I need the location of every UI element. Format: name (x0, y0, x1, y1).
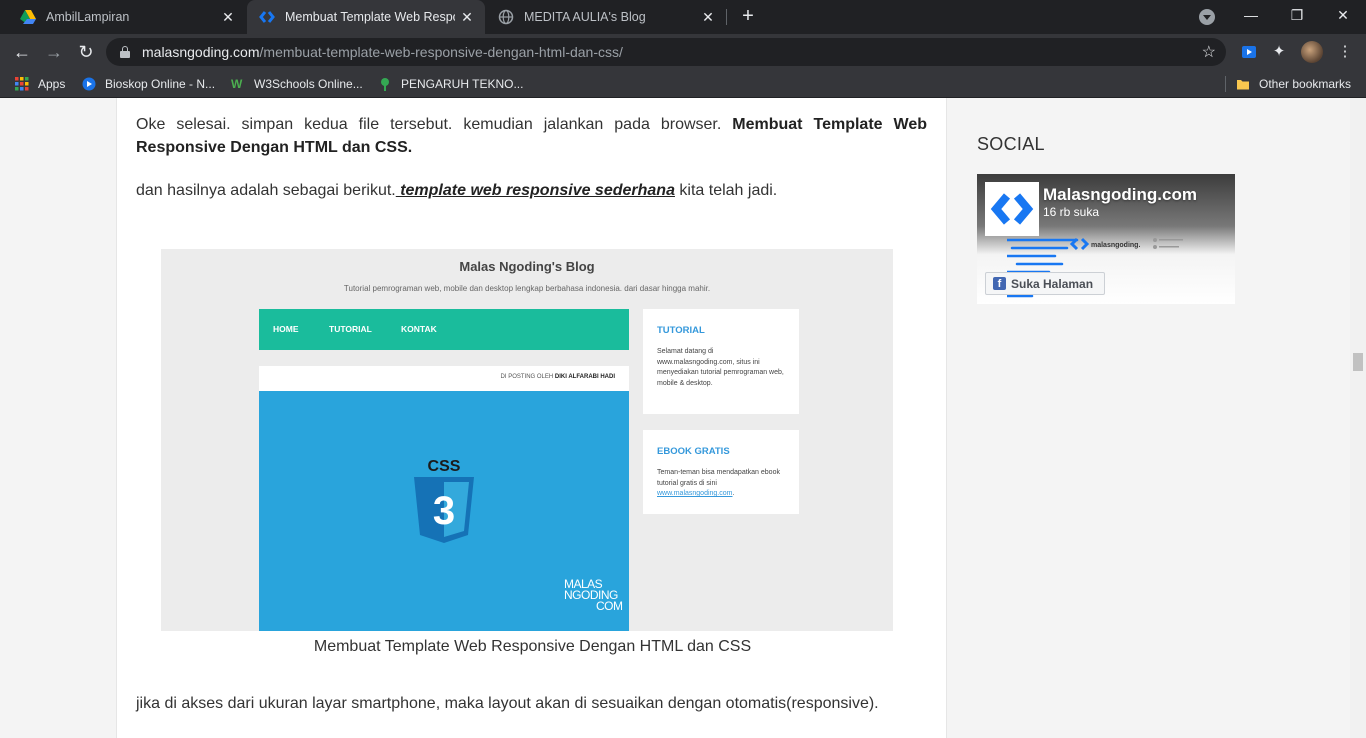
new-tab-icon[interactable]: + (736, 5, 760, 29)
facebook-page-widget[interactable]: malasngoding. Malasngoding.com 16 rb suk… (977, 174, 1235, 304)
tab-separator (726, 9, 727, 25)
bookmark-label: Other bookmarks (1259, 77, 1352, 91)
menu-kebab-icon[interactable]: ⋮ (1333, 40, 1357, 64)
bookmark-label: Apps (38, 77, 66, 91)
puzzle-icon[interactable]: ✦ (1267, 40, 1291, 64)
figure-caption: Membuat Template Web Responsive Dengan H… (313, 638, 752, 655)
figure-nav-home: HOME (273, 324, 299, 334)
tab-medita-blog[interactable]: MEDITA AULIA's Blog ✕ (486, 0, 726, 34)
drive-icon (20, 9, 36, 25)
bookmark-label: PENGARUH TEKNO... (401, 77, 524, 91)
tab-search-icon[interactable] (1199, 9, 1215, 25)
minimize-icon[interactable]: — (1228, 0, 1274, 34)
tree-icon (378, 77, 392, 91)
figure-widget-link: www.malasngoding.com (657, 490, 733, 497)
figure-widget-ebook: EBOOK GRATIS Teman-teman bisa mendapatka… (643, 430, 799, 514)
figure-posted-by: DI POSTING OLEH DIKI ALFARABI HADI (500, 374, 615, 380)
bookmarks-bar: Apps Bioskop Online - N... W W3Schools O… (0, 70, 1366, 98)
figure-nav-kontak: KONTAK (401, 324, 437, 334)
lock-icon[interactable] (120, 46, 130, 58)
tab-title: AmbilLampiran (46, 10, 130, 24)
figure-widget-title: TUTORIAL (657, 325, 705, 336)
bookmark-label: W3Schools Online... (254, 77, 363, 91)
paragraph-result: dan hasilnya adalah sebagai berikut. tem… (136, 182, 778, 199)
facebook-icon: f (993, 277, 1006, 290)
tab-title: Membuat Template Web Respon (285, 10, 455, 24)
tab-strip: AmbilLampiran ✕ Membuat Template Web Res… (0, 0, 1366, 34)
template-link[interactable]: template web responsive sederhana (396, 182, 675, 199)
other-bookmarks[interactable]: Other bookmarks (1236, 76, 1351, 92)
reload-icon[interactable]: ↻ (73, 39, 99, 65)
figure-blog-subtitle: Tutorial pemrograman web, mobile dan des… (343, 284, 711, 293)
article-content: Oke selesai. simpan kedua file tersebut.… (116, 98, 947, 738)
like-page-button[interactable]: f Suka Halaman (985, 272, 1105, 295)
figure-screenshot: Malas Ngoding's Blog Tutorial pemrograma… (161, 249, 893, 631)
figure-post: DI POSTING OLEH DIKI ALFARABI HADI CSS 3… (259, 366, 629, 631)
bookmark-pengaruh[interactable]: PENGARUH TEKNO... (378, 76, 523, 92)
figure-widget-tutorial: TUTORIAL Selamat datang di www.malasngod… (643, 309, 799, 414)
bookmark-apps[interactable]: Apps (15, 76, 65, 92)
close-tab-icon[interactable]: ✕ (459, 9, 475, 25)
bookmarks-separator (1225, 76, 1226, 92)
globe-icon (498, 9, 514, 25)
figure-nav-tutorial: TUTORIAL (329, 324, 372, 334)
figure-navbar: HOME TUTORIAL KONTAK (259, 309, 629, 350)
restore-icon[interactable]: ❐ (1274, 0, 1320, 34)
url-text[interactable]: malasngoding.com/membuat-template-web-re… (142, 44, 623, 60)
like-page-label: Suka Halaman (1011, 276, 1094, 291)
figure-widget-text: Teman-teman bisa mendapatkan ebook tutor… (657, 469, 780, 497)
bookmark-bioskop[interactable]: Bioskop Online - N... (82, 76, 215, 92)
extension-icon[interactable] (1237, 40, 1261, 64)
tab-membuat-template[interactable]: Membuat Template Web Respon ✕ (247, 0, 485, 34)
tab-title: MEDITA AULIA's Blog (524, 10, 646, 24)
bookmark-star-icon[interactable]: ☆ (1202, 42, 1216, 62)
malasngoding-logo[interactable] (985, 182, 1039, 236)
back-arrow-icon[interactable]: ← (9, 39, 35, 65)
malasngoding-icon (259, 9, 275, 25)
fb-like-count: 16 rb suka (1043, 205, 1100, 219)
forward-arrow-icon[interactable]: → (41, 39, 67, 65)
page-scrollbar[interactable] (1350, 98, 1366, 738)
figure-widget-text: Selamat datang di www.malasngoding.com, … (657, 348, 784, 387)
figure-widget-title: EBOOK GRATIS (657, 446, 730, 457)
scrollbar-thumb[interactable] (1353, 353, 1363, 371)
tab-ambillampiran[interactable]: AmbilLampiran ✕ (0, 0, 246, 34)
fb-page-name[interactable]: Malasngoding.com (1043, 185, 1197, 205)
svg-text:malasngoding.: malasngoding. (1091, 242, 1140, 249)
address-bar[interactable]: malasngoding.com/membuat-template-web-re… (106, 38, 1226, 66)
svg-text:CSS: CSS (428, 458, 461, 475)
bookmark-w3schools[interactable]: W W3Schools Online... (231, 76, 363, 92)
close-window-icon[interactable]: ✕ (1320, 0, 1366, 34)
folder-icon (1236, 77, 1250, 91)
paragraph-intro: Oke selesai. simpan kedua file tersebut.… (136, 116, 927, 156)
avatar[interactable] (1301, 41, 1323, 63)
paragraph-responsive: jika di akses dari ukuran layar smartpho… (136, 695, 879, 712)
figure-watermark: MALAS NGODING COM (564, 577, 623, 613)
svg-text:3: 3 (433, 489, 455, 533)
bookmark-label: Bioskop Online - N... (105, 77, 216, 91)
apps-grid-icon (15, 77, 29, 91)
page-viewport: Oke selesai. simpan kedua file tersebut.… (0, 98, 1366, 738)
w3schools-icon: W (231, 77, 243, 91)
figure-blog-title: Malas Ngoding's Blog (459, 259, 595, 274)
figure-css-image: CSS 3 MALAS NGODING COM (259, 391, 629, 631)
play-icon (82, 77, 96, 91)
close-tab-icon[interactable]: ✕ (700, 9, 716, 25)
sidebar-social-title: SOCIAL (977, 134, 1045, 154)
browser-toolbar: ← → ↻ malasngoding.com/membuat-template-… (0, 34, 1366, 70)
close-tab-icon[interactable]: ✕ (220, 9, 236, 25)
